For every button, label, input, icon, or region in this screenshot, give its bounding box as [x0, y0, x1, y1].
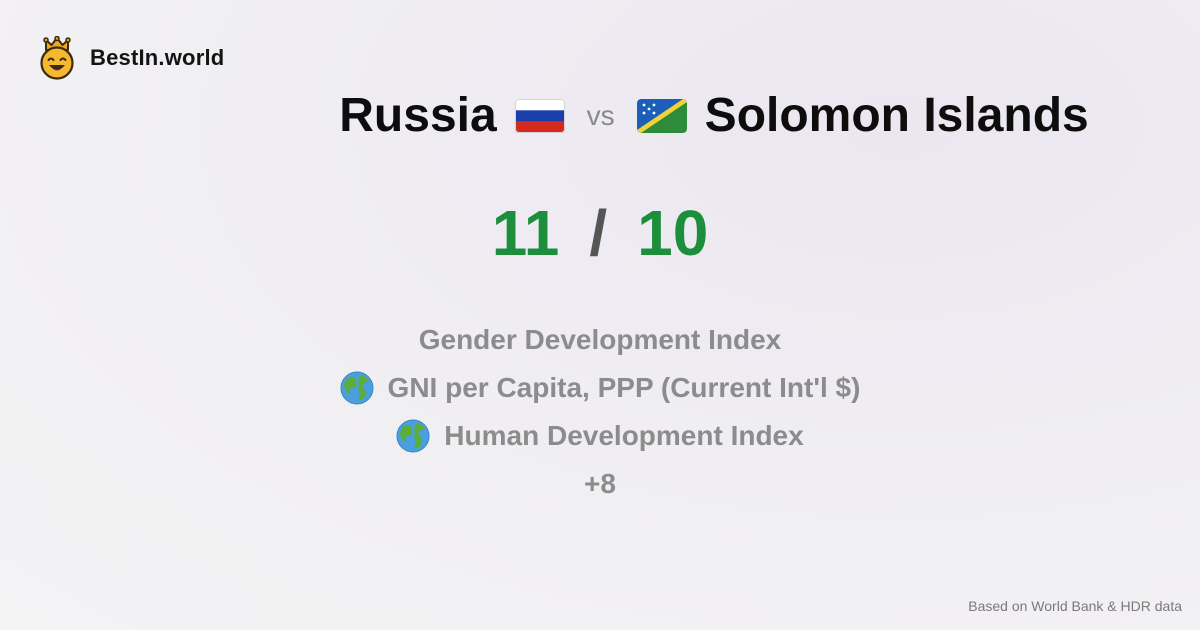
score-display: 11 / 10 [0, 196, 1200, 270]
solomon-islands-flag-icon [636, 98, 687, 133]
score-country-b: 10 [637, 197, 709, 269]
metric-label: Human Development Index [444, 420, 804, 451]
brand-name: BestIn.world [90, 45, 225, 70]
metric-label: GNI per Capita, PPP (Current Int'l $) [387, 372, 861, 403]
globe-icon [396, 419, 430, 453]
metric-label: Gender Development Index [418, 324, 782, 355]
globe-icon [340, 371, 374, 405]
country-a-name[interactable]: Russia [339, 88, 496, 143]
metric-item[interactable]: GNI per Capita, PPP (Current Int'l $) [340, 364, 861, 412]
metric-item[interactable]: Gender Development Index [419, 316, 782, 364]
more-metrics-link[interactable]: +8 [584, 460, 616, 508]
data-source-note: Based on World Bank & HDR data [968, 598, 1182, 614]
score-country-a: 11 [491, 197, 560, 269]
country-b-name[interactable]: Solomon Islands [705, 88, 1089, 143]
metric-item[interactable]: Human Development Index [396, 412, 804, 460]
crown-smiley-icon [40, 36, 74, 80]
vs-label: vs [586, 99, 615, 131]
metrics-list: Gender Development Index GNI per Capita,… [0, 316, 1200, 508]
score-separator: / [589, 197, 608, 269]
brand-logo[interactable]: BestIn.world [38, 36, 224, 80]
russia-flag-icon [514, 98, 565, 133]
comparison-title: Russia vs Solomon Islands [0, 88, 1200, 143]
